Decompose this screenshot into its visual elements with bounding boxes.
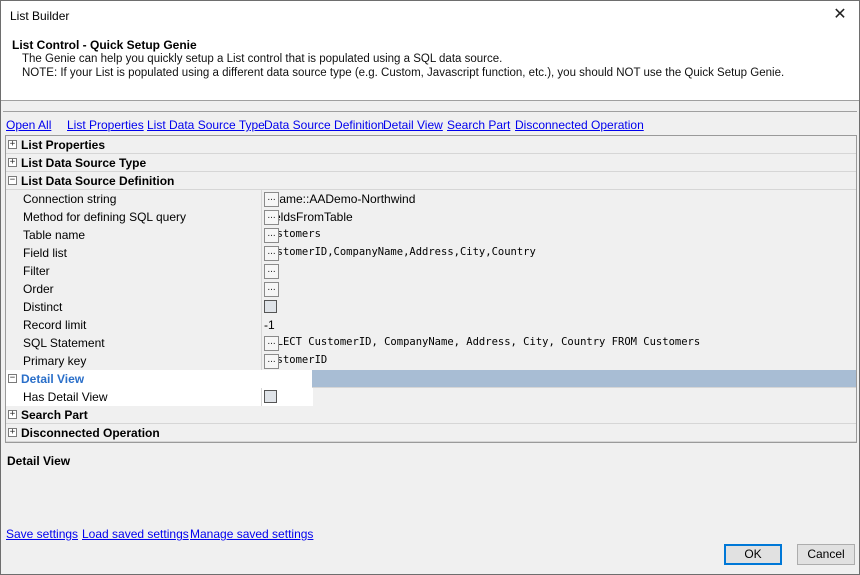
distinct-checkbox[interactable] bbox=[264, 300, 277, 313]
cancel-button[interactable]: Cancel bbox=[797, 544, 855, 565]
prop-order[interactable]: Order ... bbox=[6, 280, 856, 298]
category-label: Disconnected Operation bbox=[21, 426, 160, 440]
header-note: NOTE: If your List is populated using a … bbox=[22, 67, 785, 79]
header-description: The Genie can help you quickly setup a L… bbox=[22, 53, 503, 65]
close-icon[interactable]: ✕ bbox=[829, 5, 851, 27]
ellipsis-button[interactable]: ... bbox=[264, 246, 279, 261]
prop-name: SQL Statement bbox=[23, 336, 105, 350]
prop-name: Field list bbox=[23, 246, 68, 260]
ellipsis-button[interactable]: ... bbox=[264, 228, 279, 243]
category-list-data-source-definition[interactable]: − List Data Source Definition bbox=[6, 172, 856, 190]
divider bbox=[3, 111, 857, 112]
link-save-settings[interactable]: Save settings bbox=[6, 527, 78, 541]
prop-distinct[interactable]: Distinct bbox=[6, 298, 856, 316]
expand-icon[interactable]: + bbox=[8, 140, 17, 149]
prop-name: Connection string bbox=[23, 192, 117, 206]
nav-links: Open All List Properties List Data Sourc… bbox=[1, 118, 859, 134]
ellipsis-button[interactable]: ... bbox=[264, 192, 279, 207]
property-grid: + List Properties + List Data Source Typ… bbox=[5, 135, 857, 443]
prop-sql-statement[interactable]: SQL Statement SELECT CustomerID, Company… bbox=[6, 334, 856, 352]
prop-name: Record limit bbox=[23, 318, 87, 332]
category-label: List Properties bbox=[21, 138, 106, 152]
category-list-properties[interactable]: + List Properties bbox=[6, 136, 856, 154]
prop-value: CustomerID,CompanyName,Address,City,Coun… bbox=[264, 246, 536, 258]
prop-table-name[interactable]: Table name Customers... bbox=[6, 226, 856, 244]
window-title: List Builder bbox=[10, 9, 70, 23]
link-disconnected-operation[interactable]: Disconnected Operation bbox=[515, 118, 644, 132]
prop-name: Order bbox=[23, 282, 54, 296]
category-label: Search Part bbox=[21, 408, 88, 422]
prop-name: Has Detail View bbox=[23, 390, 108, 404]
ellipsis-button[interactable]: ... bbox=[264, 354, 279, 369]
ellipsis-button[interactable]: ... bbox=[264, 336, 279, 351]
link-data-source-definition[interactable]: Data Source Definition bbox=[264, 118, 384, 132]
description-title: Detail View bbox=[7, 454, 71, 468]
prop-method-sql-query[interactable]: Method for defining SQL query FieldsFrom… bbox=[6, 208, 856, 226]
expand-icon[interactable]: + bbox=[8, 428, 17, 437]
link-load-saved-settings[interactable]: Load saved settings bbox=[82, 527, 189, 541]
collapse-icon[interactable]: − bbox=[8, 176, 17, 185]
collapse-icon[interactable]: − bbox=[8, 374, 17, 383]
prop-value: -1 bbox=[264, 318, 275, 332]
prop-record-limit[interactable]: Record limit -1 bbox=[6, 316, 856, 334]
prop-value: SELECT CustomerID, CompanyName, Address,… bbox=[264, 336, 701, 348]
prop-has-detail-view[interactable]: Has Detail View bbox=[6, 388, 856, 406]
link-open-all[interactable]: Open All bbox=[6, 118, 51, 132]
prop-name: Distinct bbox=[23, 300, 63, 314]
ellipsis-button[interactable]: ... bbox=[264, 264, 279, 279]
ellipsis-button[interactable]: ... bbox=[264, 210, 279, 225]
prop-field-list[interactable]: Field list CustomerID,CompanyName,Addres… bbox=[6, 244, 856, 262]
list-builder-dialog: List Builder ✕ List Control - Quick Setu… bbox=[0, 0, 860, 575]
link-manage-saved-settings[interactable]: Manage saved settings bbox=[190, 527, 313, 541]
category-label: List Data Source Definition bbox=[21, 174, 175, 188]
prop-name: Table name bbox=[23, 228, 86, 242]
expand-icon[interactable]: + bbox=[8, 410, 17, 419]
genie-header: List Control - Quick Setup Genie The Gen… bbox=[1, 31, 859, 101]
category-label: Detail View bbox=[21, 372, 85, 386]
category-disconnected-operation[interactable]: + Disconnected Operation bbox=[6, 424, 856, 442]
link-list-properties[interactable]: List Properties bbox=[67, 118, 144, 132]
link-list-data-source-type[interactable]: List Data Source Type bbox=[147, 118, 265, 132]
prop-name: Filter bbox=[23, 264, 50, 278]
prop-filter[interactable]: Filter ... bbox=[6, 262, 856, 280]
category-label: List Data Source Type bbox=[21, 156, 147, 170]
link-detail-view[interactable]: Detail View bbox=[383, 118, 443, 132]
prop-primary-key[interactable]: Primary key CustomerID... bbox=[6, 352, 856, 370]
header-title: List Control - Quick Setup Genie bbox=[12, 38, 197, 52]
category-search-part[interactable]: + Search Part bbox=[6, 406, 856, 424]
prop-value: ::Name::AADemo-Northwind bbox=[264, 192, 416, 206]
prop-name: Primary key bbox=[23, 354, 87, 368]
expand-icon[interactable]: + bbox=[8, 158, 17, 167]
ellipsis-button[interactable]: ... bbox=[264, 282, 279, 297]
prop-connection-string[interactable]: Connection string ::Name::AADemo-Northwi… bbox=[6, 190, 856, 208]
title-bar: List Builder ✕ bbox=[1, 1, 859, 31]
category-detail-view[interactable]: − Detail View bbox=[6, 370, 856, 388]
ok-button[interactable]: OK bbox=[724, 544, 782, 565]
link-search-part[interactable]: Search Part bbox=[447, 118, 510, 132]
prop-name: Method for defining SQL query bbox=[23, 210, 186, 224]
has-detail-view-checkbox[interactable] bbox=[264, 390, 277, 403]
category-list-data-source-type[interactable]: + List Data Source Type bbox=[6, 154, 856, 172]
